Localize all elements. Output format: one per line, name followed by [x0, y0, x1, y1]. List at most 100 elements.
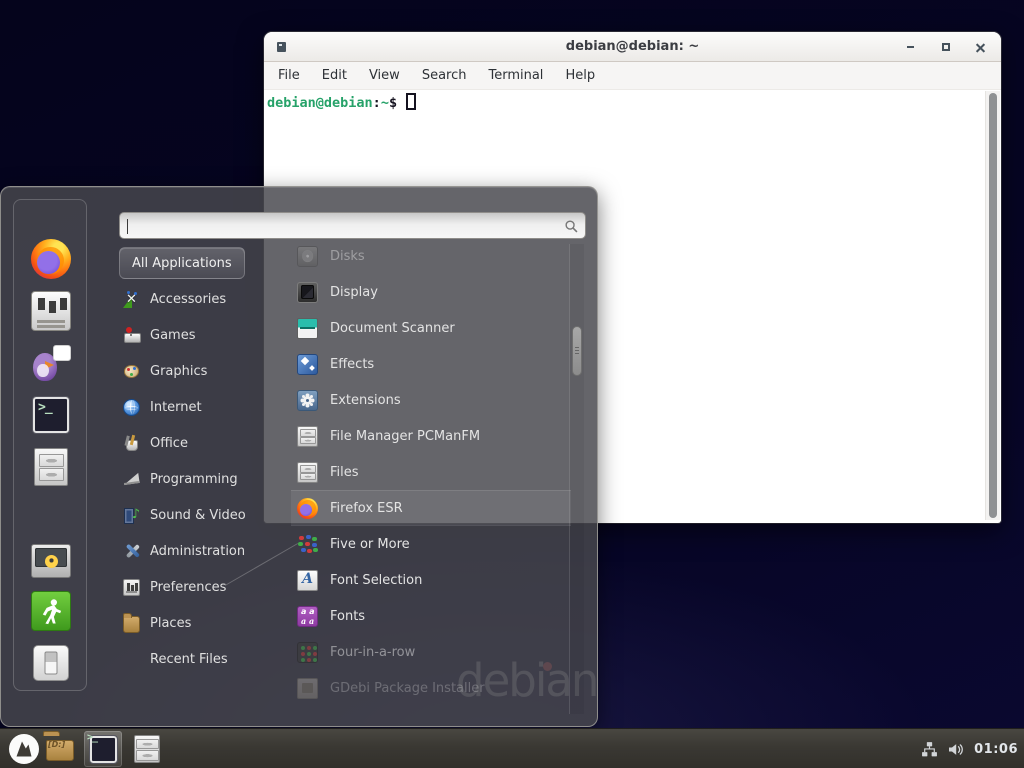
file-cabinet-icon: [34, 448, 68, 486]
effects-icon: [297, 354, 318, 375]
favorite-firefox[interactable]: [29, 239, 73, 279]
app-extensions[interactable]: Extensions: [291, 382, 571, 418]
desktop: debian debian@debian: ~ File Edit View S…: [0, 0, 1024, 768]
favorites-panel: [13, 199, 87, 691]
menu-search[interactable]: Search: [420, 66, 469, 85]
menu-file[interactable]: File: [276, 66, 302, 85]
menu-terminal[interactable]: Terminal: [486, 66, 545, 85]
pidgin-icon: [31, 343, 71, 383]
prompt-path: ~: [381, 95, 389, 111]
search-box[interactable]: [119, 212, 586, 239]
taskbar-file-manager-launcher[interactable]: [44, 735, 76, 763]
control-panel-icon: [31, 291, 71, 331]
category-preferences[interactable]: Preferences: [119, 569, 291, 605]
favorite-control-panel[interactable]: [29, 291, 73, 331]
prompt-dollar: $: [389, 95, 397, 111]
app-font-selection[interactable]: Font Selection: [291, 562, 571, 598]
terminal-scrollbar[interactable]: [985, 91, 1000, 520]
menu-logo-icon: [7, 732, 41, 766]
category-internet[interactable]: Internet: [119, 389, 291, 425]
blank-icon: [123, 651, 140, 668]
menu-edit[interactable]: Edit: [320, 66, 349, 85]
app-four-in-a-row[interactable]: Four-in-a-row: [291, 634, 571, 670]
menu-view[interactable]: View: [367, 66, 402, 85]
clock[interactable]: 01:06: [974, 742, 1018, 757]
taskbar-files-launcher[interactable]: [132, 735, 162, 763]
taskbar-terminal-window-button[interactable]: [84, 731, 122, 767]
shell-prompt: debian@debian:~$: [267, 93, 416, 111]
office-icon: [123, 435, 140, 452]
menu-help[interactable]: Help: [563, 66, 597, 85]
app-firefox-esr[interactable]: Firefox ESR: [291, 490, 571, 526]
terminal-cursor: [406, 93, 416, 110]
graphics-icon: [123, 363, 140, 380]
shutdown-button[interactable]: [29, 643, 73, 683]
app-effects[interactable]: Effects: [291, 346, 571, 382]
app-list-scrollbar-thumb[interactable]: [572, 326, 582, 376]
terminal-window-icon: [277, 42, 286, 52]
category-graphics[interactable]: Graphics: [119, 353, 291, 389]
games-icon: [123, 327, 140, 344]
app-files[interactable]: Files: [291, 454, 571, 490]
app-fonts[interactable]: Fonts: [291, 598, 571, 634]
network-icon[interactable]: [921, 741, 938, 758]
firefox-icon: [297, 498, 318, 519]
app-gdebi-package-installer[interactable]: GDebi Package Installer: [291, 670, 571, 706]
sound-video-icon: [123, 507, 140, 524]
category-administration[interactable]: Administration: [119, 533, 291, 569]
app-disks[interactable]: Disks: [291, 238, 571, 274]
search-input[interactable]: [124, 214, 559, 237]
app-file-manager-pcmanfm[interactable]: File Manager PCManFM: [291, 418, 571, 454]
taskbar: 01:06: [0, 728, 1024, 768]
app-list-scrollbar[interactable]: [569, 244, 584, 714]
extensions-icon: [297, 390, 318, 411]
folder-d-icon: [46, 740, 74, 761]
category-places[interactable]: Places: [119, 605, 291, 641]
prompt-colon: :: [373, 95, 381, 111]
display-icon: [297, 282, 318, 303]
category-list: All Applications Accessories Games Graph…: [119, 247, 291, 677]
minimize-button[interactable]: [901, 39, 919, 55]
file-manager-icon: [297, 426, 318, 447]
category-office[interactable]: Office: [119, 425, 291, 461]
category-programming[interactable]: Programming: [119, 461, 291, 497]
terminal-menubar: File Edit View Search Terminal Help: [264, 62, 1001, 90]
places-folder-icon: [123, 616, 140, 633]
logout-button[interactable]: [29, 591, 73, 631]
prompt-user-host: debian@debian: [267, 95, 373, 111]
favorite-terminal[interactable]: [29, 395, 73, 435]
app-document-scanner[interactable]: Document Scanner: [291, 310, 571, 346]
application-menu: All Applications Accessories Games Graph…: [0, 186, 598, 727]
category-accessories[interactable]: Accessories: [119, 281, 291, 317]
close-button[interactable]: [971, 39, 989, 55]
firefox-icon: [31, 239, 71, 279]
terminal-scrollbar-thumb[interactable]: [989, 93, 997, 518]
category-recent-files[interactable]: Recent Files: [119, 641, 291, 677]
category-sound-video[interactable]: Sound & Video: [119, 497, 291, 533]
administration-icon: [123, 543, 140, 560]
category-games[interactable]: Games: [119, 317, 291, 353]
taskbar-menu-button[interactable]: [7, 732, 41, 766]
app-display[interactable]: Display: [291, 274, 571, 310]
lock-screen-button[interactable]: [29, 539, 73, 579]
terminal-icon: [33, 397, 69, 433]
text-caret: [127, 219, 128, 234]
category-all-applications[interactable]: All Applications: [119, 247, 245, 279]
app-five-or-more[interactable]: Five or More: [291, 526, 571, 562]
logout-icon: [31, 591, 71, 631]
volume-icon[interactable]: [947, 741, 965, 758]
fonts-icon: [297, 606, 318, 627]
lock-screen-icon: [31, 544, 71, 578]
favorites-group-bottom: [14, 539, 88, 683]
accessories-icon: [123, 291, 140, 308]
favorite-file-manager[interactable]: [29, 447, 73, 487]
window-title: debian@debian: ~: [264, 39, 1001, 54]
file-cabinet-icon: [134, 735, 160, 763]
document-scanner-icon: [297, 318, 318, 339]
four-in-a-row-icon: [297, 642, 318, 663]
terminal-titlebar[interactable]: debian@debian: ~: [264, 32, 1001, 62]
maximize-button[interactable]: [937, 39, 955, 55]
favorite-pidgin[interactable]: [29, 343, 73, 383]
gdebi-icon: [297, 678, 318, 699]
shutdown-icon: [33, 645, 69, 681]
